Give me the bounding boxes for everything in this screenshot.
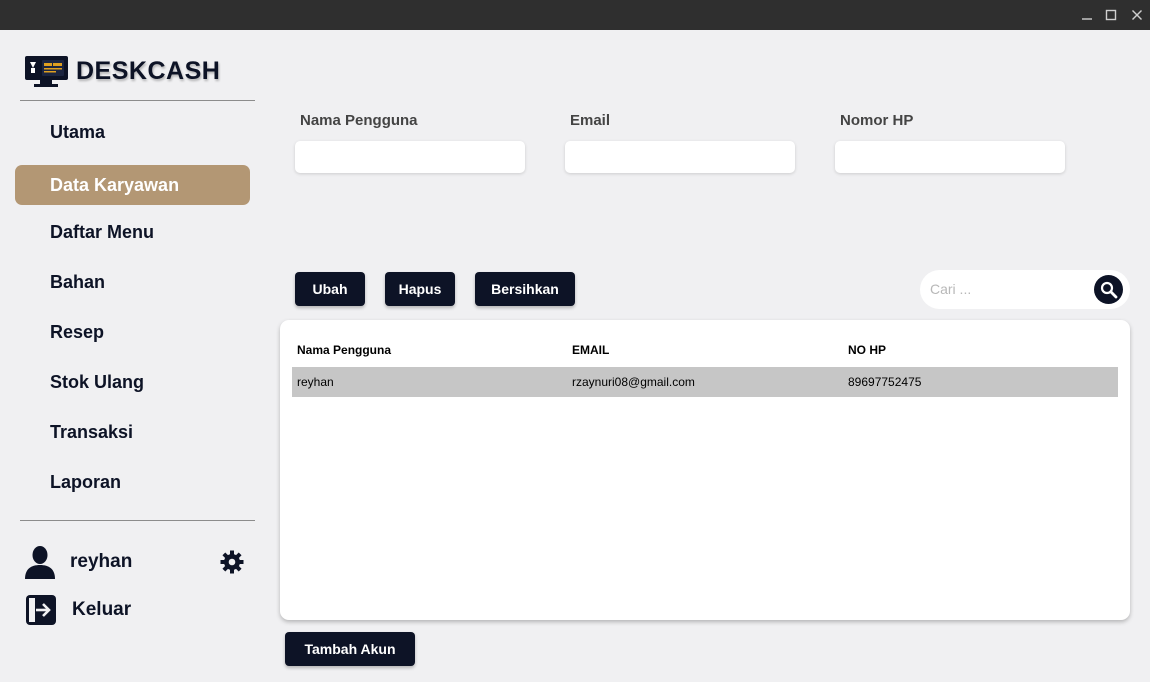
edit-button[interactable]: Ubah [295,272,365,306]
column-header-email[interactable]: EMAIL [572,343,609,357]
app-name: DESKCASH [76,56,221,85]
sidebar-item-bahan[interactable]: Bahan [15,262,250,302]
delete-button[interactable]: Hapus [385,272,455,306]
sidebar-top-divider [20,100,255,101]
logout-label: Keluar [72,599,132,620]
column-header-phone[interactable]: NO HP [848,343,886,357]
maximize-icon[interactable] [1101,5,1121,25]
cell-email: rzaynuri08@gmail.com [572,375,695,389]
name-field[interactable] [295,141,525,173]
search-input[interactable] [930,278,1080,300]
employee-table: Nama Pengguna EMAIL NO HP reyhan rzaynur… [280,320,1130,620]
sidebar-item-utama[interactable]: Utama [15,112,250,152]
sidebar-item-transaksi[interactable]: Transaksi [15,412,250,452]
user-profile: reyhan [24,542,250,582]
sidebar-item-resep[interactable]: Resep [15,312,250,352]
logout-button[interactable]: Keluar [24,594,131,626]
sidebar-item-stok-ulang[interactable]: Stok Ulang [15,362,250,402]
app-logo: DESKCASH [24,54,220,88]
logout-icon [26,595,56,625]
phone-field-label: Nomor HP [840,112,914,129]
table-row[interactable]: reyhan rzaynuri08@gmail.com 89697752475 [292,367,1118,397]
close-icon[interactable] [1127,5,1147,25]
phone-field[interactable] [835,141,1065,173]
cell-phone: 89697752475 [848,375,922,389]
window-titlebar [0,0,1150,30]
sidebar-item-data-karyawan[interactable]: Data Karyawan [15,165,250,205]
search-box [920,270,1130,309]
search-icon [1100,281,1117,298]
sidebar: DESKCASH Utama Data Karyawan Daftar Menu… [0,30,270,682]
sidebar-item-laporan[interactable]: Laporan [15,462,250,502]
sidebar-item-daftar-menu[interactable]: Daftar Menu [15,212,250,252]
cell-name: reyhan [297,375,334,389]
minimize-icon[interactable] [1077,5,1097,25]
column-header-name[interactable]: Nama Pengguna [297,343,391,357]
email-field[interactable] [565,141,795,173]
add-account-button[interactable]: Tambah Akun [285,632,415,666]
user-avatar-icon [25,546,55,579]
user-name: reyhan [70,551,133,572]
sidebar-bottom-divider [20,520,255,521]
name-field-label: Nama Pengguna [300,112,418,129]
email-field-label: Email [570,112,611,129]
search-button[interactable] [1094,275,1123,304]
clear-button[interactable]: Bersihkan [475,272,575,306]
settings-gear-icon[interactable] [220,550,244,579]
cash-register-icon [25,56,68,87]
